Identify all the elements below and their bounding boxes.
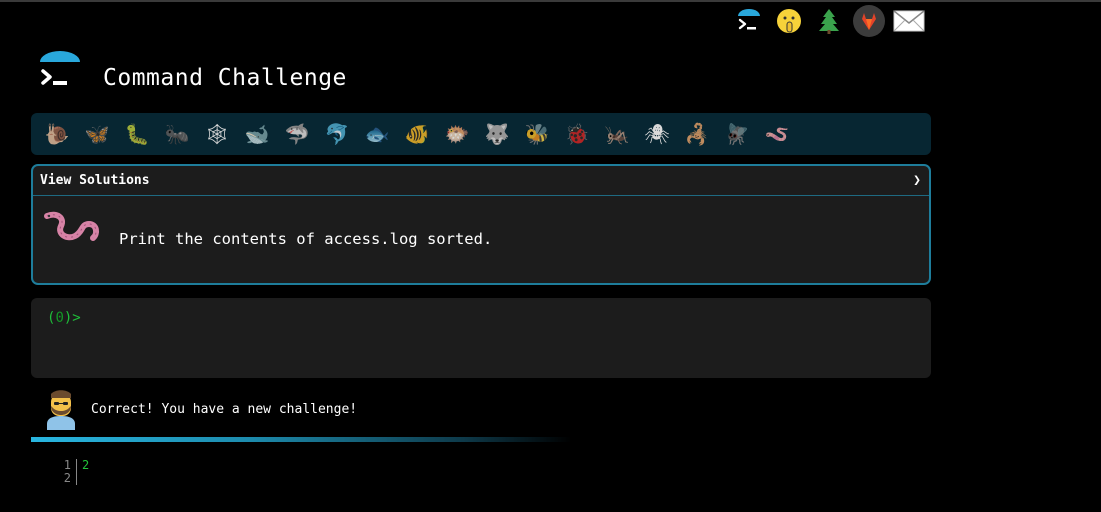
progress-bar: [31, 437, 571, 442]
shark-icon[interactable]: 🦈: [277, 118, 317, 150]
gitlab-icon[interactable]: [853, 5, 885, 37]
butterfly-icon[interactable]: 🦋: [77, 118, 117, 150]
view-solutions-toggle[interactable]: View Solutions ❯: [33, 166, 929, 196]
ant-icon[interactable]: 🐜: [157, 118, 197, 150]
prompt-count: 0: [55, 310, 64, 326]
top-border: [0, 0, 1101, 2]
fly-icon[interactable]: 🪰: [717, 118, 757, 150]
app-logo-icon[interactable]: [38, 50, 82, 96]
header-icon-bar: [733, 5, 925, 37]
bee-icon[interactable]: 🐝: [517, 118, 557, 150]
caterpillar-icon[interactable]: 🐛: [117, 118, 157, 150]
line-number: 2: [60, 472, 77, 485]
challenge-description: Print the contents of access.log sorted.: [119, 230, 493, 248]
terminal-prompt: (0)>: [47, 310, 81, 326]
snail-icon[interactable]: 🐌: [37, 118, 77, 150]
tree-icon[interactable]: [813, 5, 845, 37]
dolphin-icon[interactable]: 🐬: [317, 118, 357, 150]
spider-web-icon[interactable]: 🕸: [197, 118, 237, 150]
ladybug-icon[interactable]: 🐞: [557, 118, 597, 150]
chevron-right-icon: ❯: [913, 173, 921, 188]
cricket-icon[interactable]: 🦗: [597, 118, 637, 150]
wolf-icon[interactable]: 🐺: [477, 118, 517, 150]
challenge-panel: View Solutions ❯ Print the contents of a…: [31, 164, 931, 285]
blowfish-icon[interactable]: 🐡: [437, 118, 477, 150]
spider-icon[interactable]: 🕷: [637, 118, 677, 150]
whale-icon[interactable]: 🐋: [237, 118, 277, 150]
output-panel: 122: [60, 459, 89, 485]
page-title: Command Challenge: [103, 65, 347, 91]
envelope-icon[interactable]: [893, 5, 925, 37]
scorpion-icon[interactable]: 🦂: [677, 118, 717, 150]
output-line: 2: [60, 472, 89, 485]
tropical-fish-icon[interactable]: 🐠: [397, 118, 437, 150]
fish-icon[interactable]: 🐟: [357, 118, 397, 150]
bearded-man-icon: [47, 390, 75, 430]
view-solutions-label: View Solutions: [40, 173, 150, 188]
terminal-input[interactable]: (0)>: [31, 298, 931, 378]
shushing-face-icon[interactable]: [773, 5, 805, 37]
output-text: 2: [82, 458, 90, 472]
status-message-text: Correct! You have a new challenge!: [91, 401, 358, 417]
challenge-body: Print the contents of access.log sorted.: [33, 196, 929, 284]
cmd-logo-icon[interactable]: [733, 5, 765, 37]
worm-icon[interactable]: 🪱: [757, 118, 797, 150]
status-message: Correct! You have a new challenge!: [43, 388, 357, 430]
challenge-progress-bar: 🐌 🦋 🐛 🐜 🕸 🐋 🦈 🐬 🐟 🐠 🐡 🐺 🐝 🐞 🦗 🕷 🦂 🪰 🪱: [31, 113, 931, 155]
worm-icon: [44, 211, 100, 241]
